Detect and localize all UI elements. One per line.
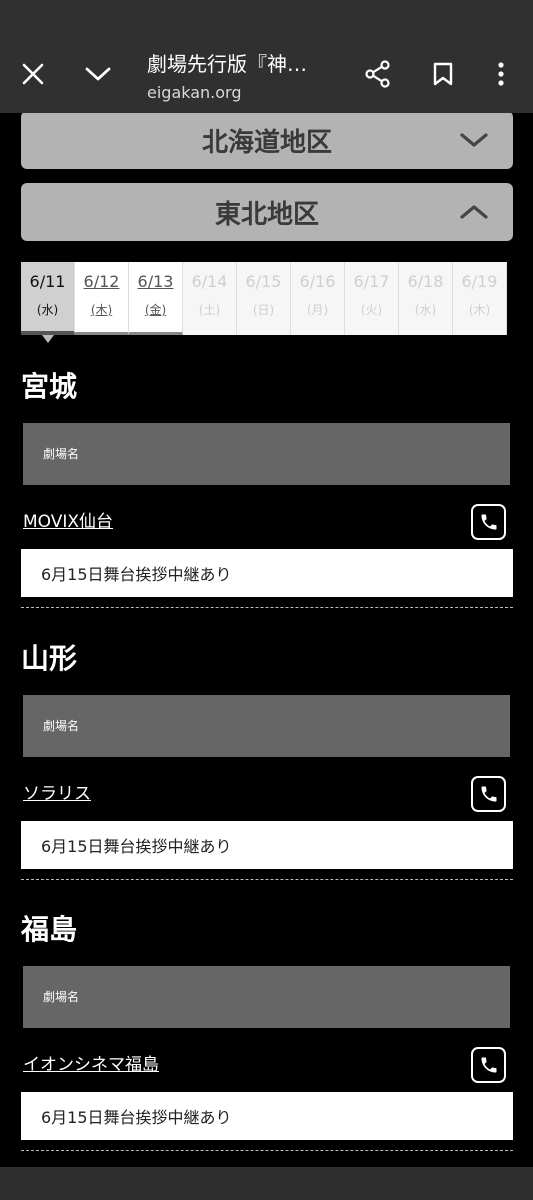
theater-table-header: 劇場名 bbox=[23, 423, 510, 485]
page-content: 北海道地区 東北地区 6/11 (水) 6/12 (木) 6/13 (金) 6/… bbox=[0, 113, 533, 1167]
page-title: 劇場先行版『神… bbox=[147, 52, 307, 76]
theater-link[interactable]: ソラリス bbox=[23, 779, 91, 804]
header-label: 劇場名 bbox=[43, 990, 80, 1004]
date-label: 6/19 bbox=[461, 272, 498, 291]
more-vert-icon[interactable] bbox=[479, 52, 523, 96]
date-tab[interactable]: 6/12 (木) bbox=[75, 262, 129, 335]
phone-icon[interactable] bbox=[471, 1047, 506, 1083]
chevron-up-icon bbox=[460, 205, 488, 219]
header-label: 劇場名 bbox=[43, 447, 80, 461]
prefecture-heading: 宮城 bbox=[21, 370, 78, 403]
date-label: 6/18 bbox=[407, 272, 444, 291]
weekday-label: (日) bbox=[252, 303, 275, 317]
weekday-label: (土) bbox=[198, 303, 221, 317]
weekday-label: (火) bbox=[360, 303, 383, 317]
divider bbox=[21, 1150, 513, 1151]
bookmark-icon[interactable] bbox=[421, 52, 465, 96]
prefecture-heading: 山形 bbox=[21, 642, 78, 675]
close-icon[interactable] bbox=[11, 52, 55, 96]
date-tab[interactable]: 6/11 (水) bbox=[21, 262, 75, 335]
page-url: eigakan.org bbox=[147, 83, 242, 102]
weekday-label: (水) bbox=[414, 303, 437, 317]
browser-toolbar: 劇場先行版『神… eigakan.org bbox=[0, 0, 533, 113]
date-tab: 6/16 (月) bbox=[291, 262, 345, 335]
selected-date-pointer bbox=[42, 335, 54, 343]
weekday-label: (水) bbox=[36, 303, 59, 317]
share-icon[interactable] bbox=[356, 52, 400, 96]
theater-link[interactable]: イオンシネマ福島 bbox=[23, 1050, 159, 1075]
date-label: 6/15 bbox=[245, 272, 282, 291]
screening-note: 6月15日舞台挨拶中継あり bbox=[21, 1092, 513, 1140]
bottom-bar bbox=[0, 1167, 533, 1200]
date-tab: 6/14 (土) bbox=[183, 262, 237, 335]
phone-icon[interactable] bbox=[471, 776, 506, 812]
theater-table-header: 劇場名 bbox=[23, 695, 510, 757]
region-hokkaido-toggle[interactable]: 北海道地区 bbox=[21, 113, 513, 169]
prefecture-heading: 福島 bbox=[21, 913, 78, 946]
weekday-label: (月) bbox=[306, 303, 329, 317]
date-label: 6/17 bbox=[353, 272, 390, 291]
date-label: 6/14 bbox=[191, 272, 228, 291]
date-tab: 6/18 (水) bbox=[399, 262, 453, 335]
screening-note: 6月15日舞台挨拶中継あり bbox=[21, 549, 513, 597]
theater-link[interactable]: MOVIX仙台 bbox=[23, 507, 113, 532]
header-label: 劇場名 bbox=[43, 719, 80, 733]
date-tab: 6/17 (火) bbox=[345, 262, 399, 335]
weekday-label: (金) bbox=[144, 303, 167, 317]
chevron-down-icon[interactable] bbox=[76, 52, 120, 96]
weekday-label: (木) bbox=[90, 303, 113, 317]
phone-icon[interactable] bbox=[471, 504, 506, 540]
divider bbox=[21, 879, 513, 880]
region-tohoku-toggle[interactable]: 東北地区 bbox=[21, 183, 513, 241]
date-tab[interactable]: 6/13 (金) bbox=[129, 262, 183, 335]
screening-note: 6月15日舞台挨拶中継あり bbox=[21, 821, 513, 869]
date-label: 6/11 bbox=[29, 272, 66, 291]
date-label: 6/16 bbox=[299, 272, 336, 291]
region-label: 北海道地区 bbox=[201, 127, 332, 158]
date-label: 6/12 bbox=[83, 272, 120, 291]
date-label: 6/13 bbox=[137, 272, 174, 291]
divider bbox=[21, 607, 513, 608]
theater-table-header: 劇場名 bbox=[23, 966, 510, 1028]
chevron-down-icon bbox=[460, 133, 488, 147]
date-tab: 6/15 (日) bbox=[237, 262, 291, 335]
date-tab: 6/19 (木) bbox=[453, 262, 507, 335]
region-label: 東北地区 bbox=[214, 199, 319, 230]
weekday-label: (木) bbox=[468, 303, 491, 317]
date-tabs: 6/11 (水) 6/12 (木) 6/13 (金) 6/14 (土) 6/15… bbox=[21, 262, 507, 335]
